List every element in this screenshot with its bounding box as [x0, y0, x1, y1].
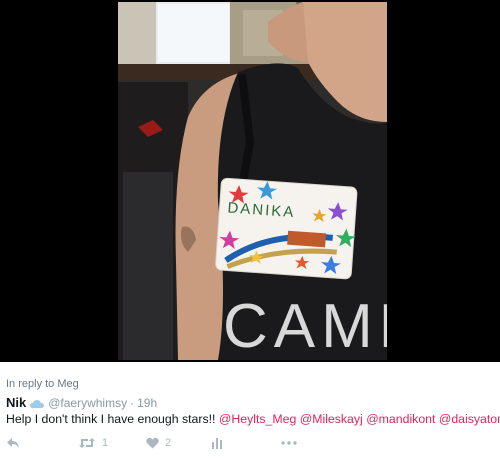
photo-illustration: CAMEL DANIKA	[118, 2, 387, 360]
mention-link[interactable]: @Mileskayj	[300, 412, 363, 426]
cloud-icon	[30, 398, 45, 408]
retweet-icon	[78, 437, 96, 449]
mention-link[interactable]: @daisyatomic	[439, 412, 500, 426]
shirt-text: CAMEL	[223, 292, 387, 360]
like-button[interactable]: 2	[146, 437, 171, 449]
reply-context[interactable]: In reply to Meg	[6, 378, 494, 390]
more-button[interactable]	[281, 441, 297, 445]
bar-chart-icon	[211, 437, 223, 449]
analytics-button[interactable]	[211, 437, 223, 449]
meta-separator: ·	[130, 395, 135, 410]
tweet-actions: 1 2	[6, 432, 426, 454]
tweet-media[interactable]: CAMEL DANIKA	[0, 0, 500, 362]
author-handle[interactable]: @faerywhimsy	[48, 396, 127, 410]
more-dots-icon	[281, 441, 297, 445]
tweet-text-body: Help I don't think I have enough stars!!	[6, 412, 219, 426]
mention-link[interactable]: @Heylts_Meg	[219, 412, 296, 426]
reply-button[interactable]	[6, 437, 20, 449]
author-name[interactable]: Nik	[6, 395, 26, 410]
retweet-button[interactable]: 1	[78, 437, 108, 449]
retweet-count: 1	[102, 437, 109, 449]
tweet-photo[interactable]: CAMEL DANIKA	[118, 2, 387, 360]
heart-icon	[146, 437, 159, 449]
tweet-timestamp[interactable]: 19h	[137, 396, 157, 410]
tweet-header: Nik @faerywhimsy · 19h	[6, 395, 494, 410]
like-count: 2	[165, 437, 172, 449]
tweet-text: Help I don't think I have enough stars!!…	[6, 412, 500, 426]
mention-link[interactable]: @mandikont	[366, 412, 435, 426]
reply-arrow-icon	[6, 437, 20, 449]
